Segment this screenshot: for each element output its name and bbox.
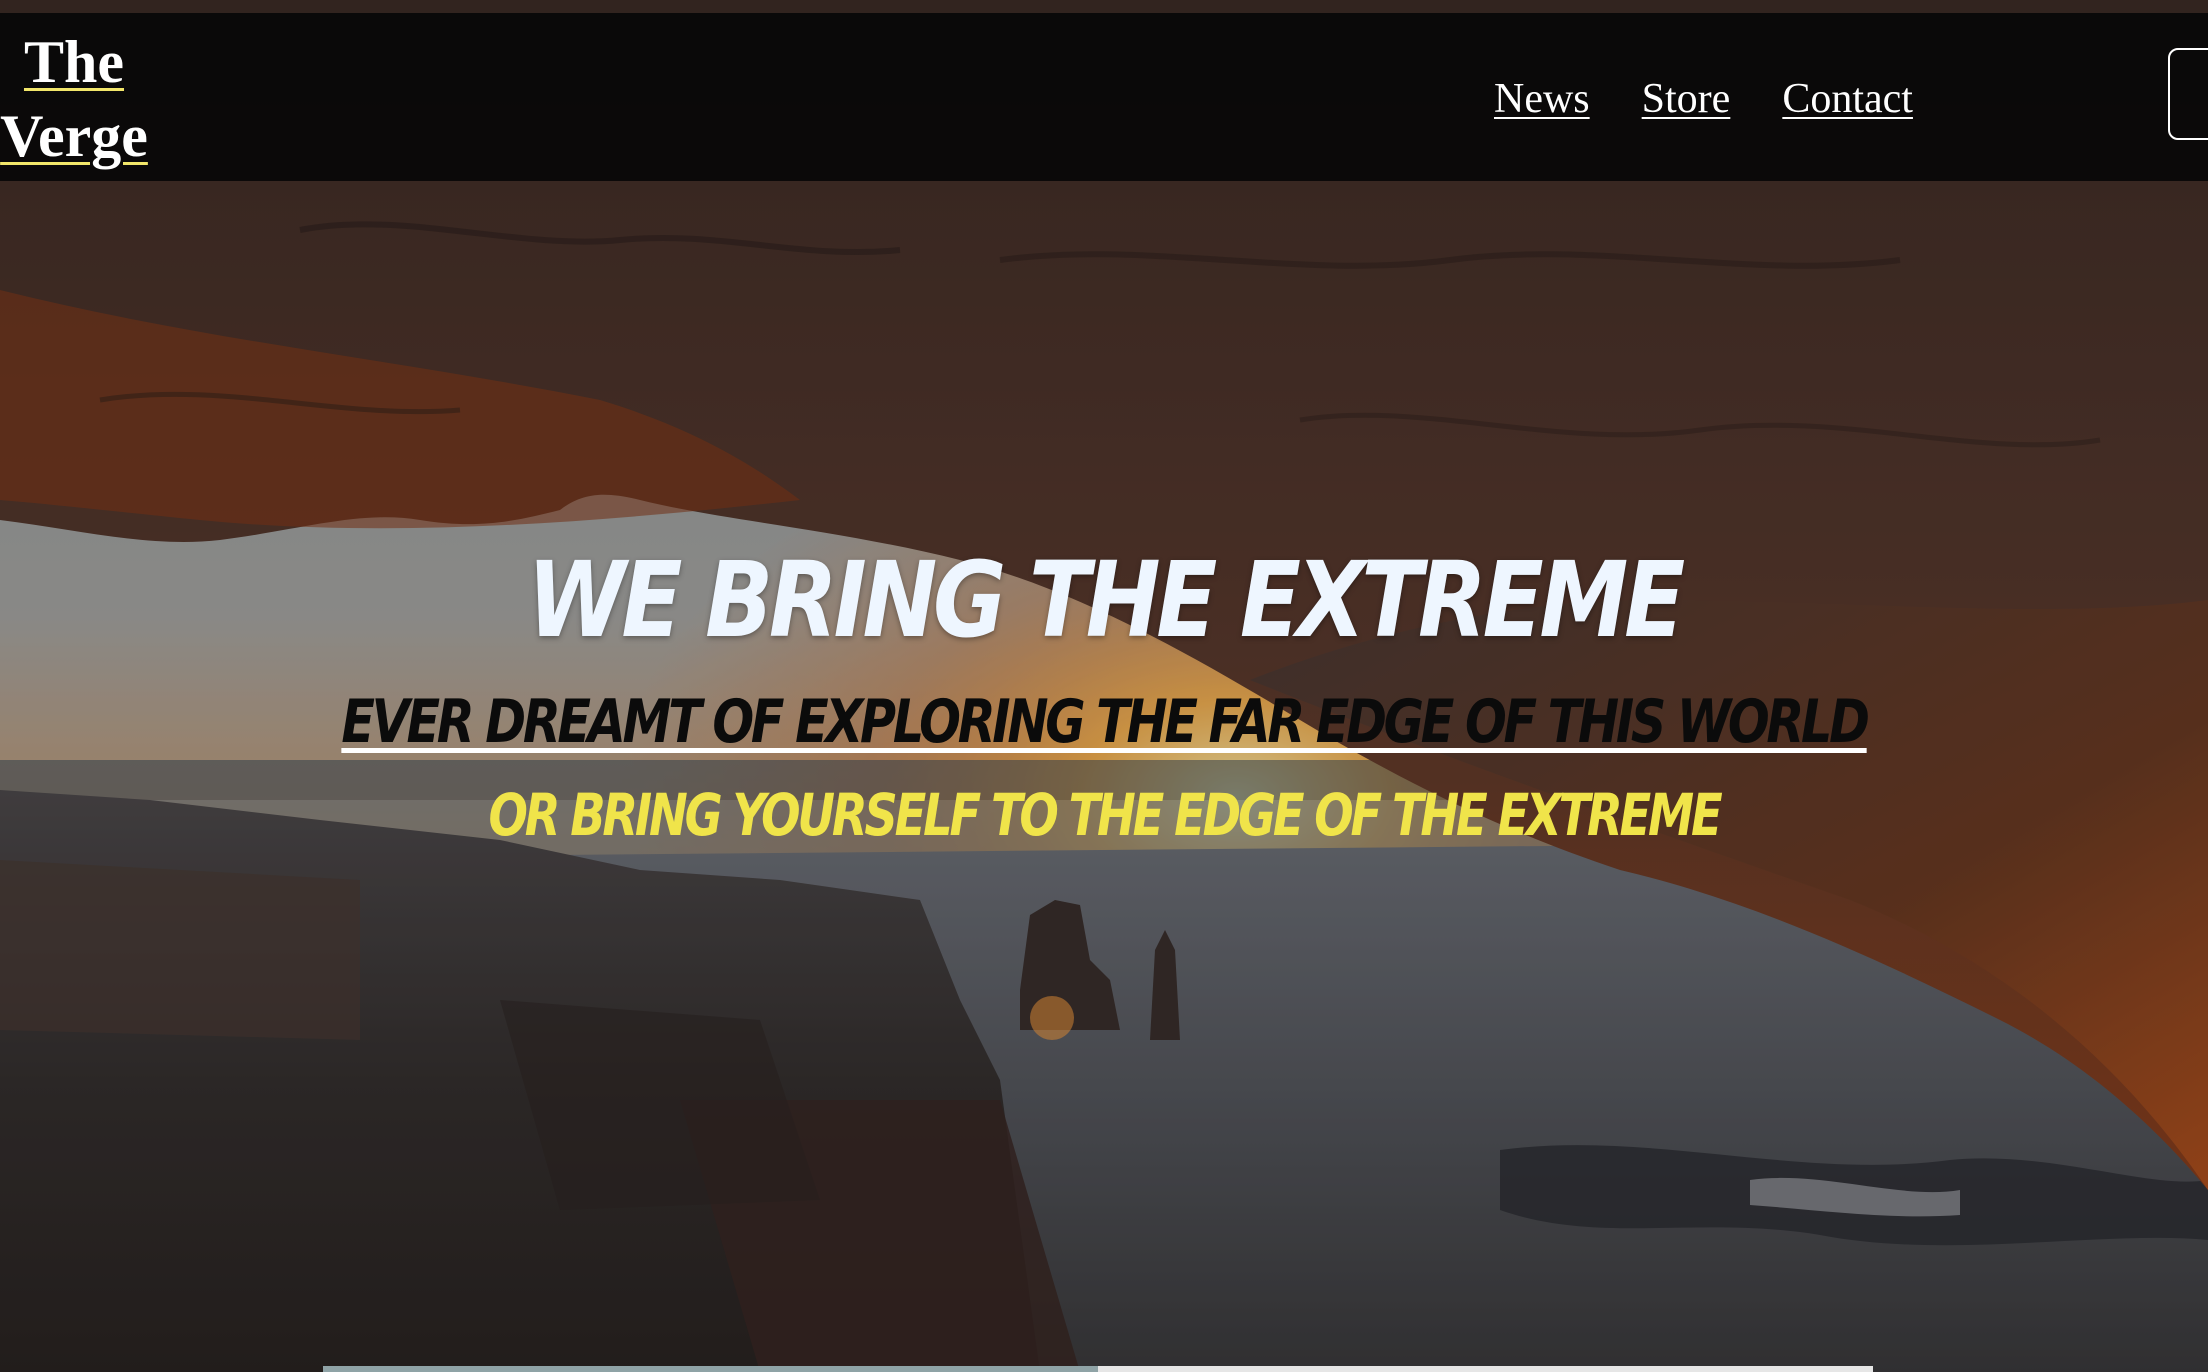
logo-line-2: Verge [0,103,148,169]
hero-title: We Bring The Extreme [527,539,1685,661]
logo-line-1: The [23,29,125,95]
hero-tagline: or bring yourself to the edge of the ext… [488,781,1722,849]
header-bar: The Verge News Store Contact [0,13,2208,181]
bottom-section-edge [323,1366,1873,1372]
hero-subtitle: Ever dreamt of exploring the far edge of… [199,686,2010,758]
page: The Verge News Store Contact We Bring Th… [0,0,2208,1372]
nav-link-store[interactable]: Store [1642,73,1731,125]
site-logo[interactable]: The Verge [0,25,154,173]
nav-link-news[interactable]: News [1494,73,1590,125]
nav-link-contact[interactable]: Contact [1782,73,1913,125]
hero-subtitle-link[interactable]: Ever dreamt of exploring the far edge of… [341,687,1870,757]
header-action-button[interactable] [2168,48,2208,140]
main-nav: News Store Contact [1494,73,1913,125]
